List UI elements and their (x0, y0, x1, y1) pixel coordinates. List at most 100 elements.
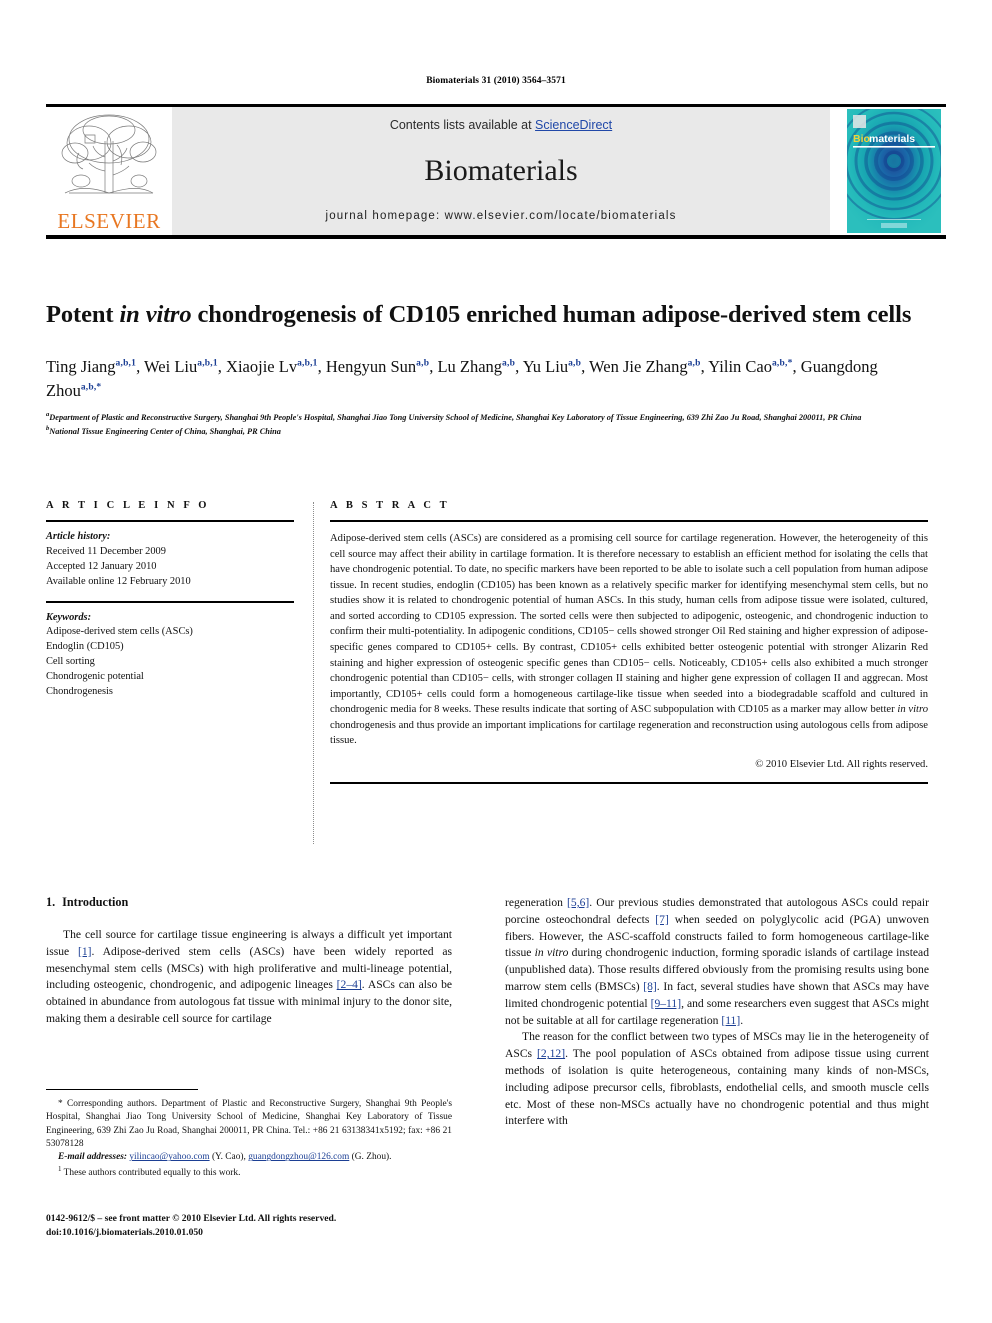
equal-contribution-note: 1 These authors contributed equally to t… (46, 1165, 452, 1180)
author-name: Yilin Cao (708, 357, 772, 376)
abstract-heading: A B S T R A C T (330, 500, 450, 511)
author-name: Lu Zhang (437, 357, 503, 376)
keyword-item: Chondrogenesis (46, 685, 113, 697)
author-name: Ting Jiang (46, 357, 116, 376)
author-affil-mark[interactable]: a,b,1 (297, 359, 318, 369)
citation-ref[interactable]: [7] (655, 913, 669, 926)
article-info-rule-mid (46, 600, 294, 603)
author-sep: , (515, 357, 523, 376)
author-affil-mark[interactable]: a,b,1 (197, 359, 218, 369)
author-name: Yu Liu (522, 357, 569, 376)
author: Xiaojie Lva,b,1, (226, 357, 326, 376)
imprint-doi[interactable]: doi:10.1016/j.biomaterials.2010.01.050 (46, 1226, 476, 1240)
intro-text: . (740, 1013, 744, 1027)
title-part-2: chondrogenesis of CD105 enriched human a… (191, 301, 912, 329)
svg-text:materials: materials (869, 133, 915, 145)
article-history-item: Received 11 December 2009 (46, 545, 166, 557)
abstract-copyright: © 2010 Elsevier Ltd. All rights reserved… (755, 759, 928, 771)
email-link-cao[interactable]: yilincao@yahoo.com (129, 1152, 209, 1162)
author-affil-mark[interactable]: a,b (502, 359, 515, 369)
imprint-front-matter: 0142-9612/$ – see front matter © 2010 El… (46, 1213, 337, 1224)
author: Hengyun Suna,b, (326, 357, 438, 376)
author-sep: , (136, 357, 145, 376)
article-info-rule-top (46, 520, 294, 522)
author-sep: , (217, 357, 227, 376)
author-affil-mark[interactable]: a,b (568, 359, 581, 369)
email-note: E-mail addresses: yilincao@yahoo.com (Y.… (46, 1151, 452, 1164)
author: Wen Jie Zhanga,b, (589, 357, 708, 376)
article-info-heading: A R T I C L E I N F O (46, 500, 210, 511)
citation-ref[interactable]: [1] (78, 945, 92, 958)
author-affil-mark[interactable]: a,b,* (81, 382, 102, 392)
author-name: Hengyun Sun (325, 357, 417, 376)
intro-italic: in vitro (534, 946, 569, 960)
keyword-item: Adipose-derived stem cells (ASCs) (46, 626, 193, 638)
affiliation-item: aDepartment of Plastic and Reconstructiv… (46, 410, 936, 424)
author-sep: , (317, 357, 326, 376)
affiliation-list: aDepartment of Plastic and Reconstructiv… (46, 410, 936, 439)
citation-ref[interactable]: [9–11] (651, 997, 681, 1010)
abstract-italic: in vitro (897, 704, 928, 716)
author-affil-mark[interactable]: a,b,* (772, 359, 793, 369)
section-heading-introduction: 1. Introduction (46, 895, 452, 910)
journal-title: Biomaterials (424, 154, 578, 187)
author: Wei Liua,b,1, (144, 357, 226, 376)
author-affil-mark[interactable]: a,b,1 (116, 359, 137, 369)
intro-text: . The pool population of ASCs obtained f… (505, 1047, 929, 1128)
author: Yilin Caoa,b,*, (708, 357, 801, 376)
citation-ref[interactable]: [8] (643, 980, 657, 993)
corresponding-author-note: * Corresponding authors. Department of P… (46, 1099, 452, 1150)
abstract-body: Adipose-derived stem cells (ASCs) are co… (330, 531, 928, 749)
journal-cover-thumbnail: Bio materials (842, 107, 946, 235)
masthead-body: ELSEVIER Contents lists available at Sci… (46, 107, 946, 235)
email-owner-zhou: (G. Zhou). (349, 1152, 392, 1163)
citation-ref[interactable]: [2–4] (337, 978, 362, 991)
keywords-label: Keywords: (46, 611, 92, 623)
section-number: 1. (46, 895, 56, 909)
contents-prefix: Contents lists available at (389, 118, 536, 132)
paper-page: Biomaterials 31 (2010) 3564–3571 ELSEVIE… (0, 0, 992, 1323)
contents-list-line: Contents lists available at ScienceDirec… (390, 118, 612, 132)
footnote-rule (46, 1089, 198, 1090)
citation-ref[interactable]: [2,12] (537, 1047, 565, 1060)
author-name: Wen Jie Zhang (589, 357, 688, 376)
intro-paragraph-1-cont: regeneration [5,6]. Our previous studies… (505, 895, 929, 1029)
article-history-item: Accepted 12 January 2010 (46, 560, 157, 572)
footnote-block: * Corresponding authors. Department of P… (46, 1098, 452, 1180)
imprint-block: 0142-9612/$ – see front matter © 2010 El… (46, 1212, 476, 1240)
elsevier-wordmark: ELSEVIER (57, 209, 161, 233)
elsevier-logo: ELSEVIER (46, 107, 172, 235)
abstract-rule-bottom (330, 782, 928, 784)
affiliation-text: National Tissue Engineering Center of Ch… (49, 427, 281, 437)
affiliation-item: bNational Tissue Engineering Center of C… (46, 424, 936, 438)
abstract-panel: A B S T R A C T Adipose-derived stem cel… (330, 500, 928, 784)
intro-text: regeneration (505, 896, 568, 909)
author: Yu Liua,b, (523, 357, 589, 376)
intro-paragraph-1: The cell source for cartilage tissue eng… (46, 927, 452, 1028)
journal-homepage-line[interactable]: journal homepage: www.elsevier.com/locat… (325, 210, 676, 222)
article-history-label: Article history: (46, 531, 111, 542)
cover-artwork-icon: Bio materials (847, 109, 941, 233)
author: Ting Jianga,b,1, (46, 357, 144, 376)
citation-ref[interactable]: [11] (721, 1014, 740, 1027)
author-affil-mark[interactable]: a,b (416, 359, 429, 369)
intro-paragraph-2: The reason for the conflict between two … (505, 1029, 929, 1130)
email-owner-cao: (Y. Cao), (209, 1152, 249, 1163)
author-sep: , (792, 357, 801, 376)
citation-ref[interactable]: [5,6] (567, 896, 589, 909)
abstract-text-1: Adipose-derived stem cells (ASCs) are co… (330, 533, 928, 716)
svg-text:Bio: Bio (853, 133, 870, 145)
sciencedirect-link[interactable]: ScienceDirect (535, 118, 612, 132)
author-sep: , (581, 357, 590, 376)
article-history-group: Article history: Received 11 December 20… (46, 530, 294, 590)
author-list: Ting Jianga,b,1, Wei Liua,b,1, Xiaojie L… (46, 355, 936, 403)
author-name: Wei Liu (144, 357, 198, 376)
author-name: Xiaojie Lv (226, 357, 298, 376)
section-title: Introduction (62, 895, 129, 909)
keyword-item: Chondrogenic potential (46, 671, 144, 682)
author: Lu Zhanga,b, (437, 357, 522, 376)
email-link-zhou[interactable]: guangdongzhou@126.com (248, 1152, 349, 1162)
keyword-item: Cell sorting (46, 656, 95, 668)
page-title: Potent in vitro chondrogenesis of CD105 … (46, 299, 926, 330)
author-affil-mark[interactable]: a,b (688, 359, 701, 369)
